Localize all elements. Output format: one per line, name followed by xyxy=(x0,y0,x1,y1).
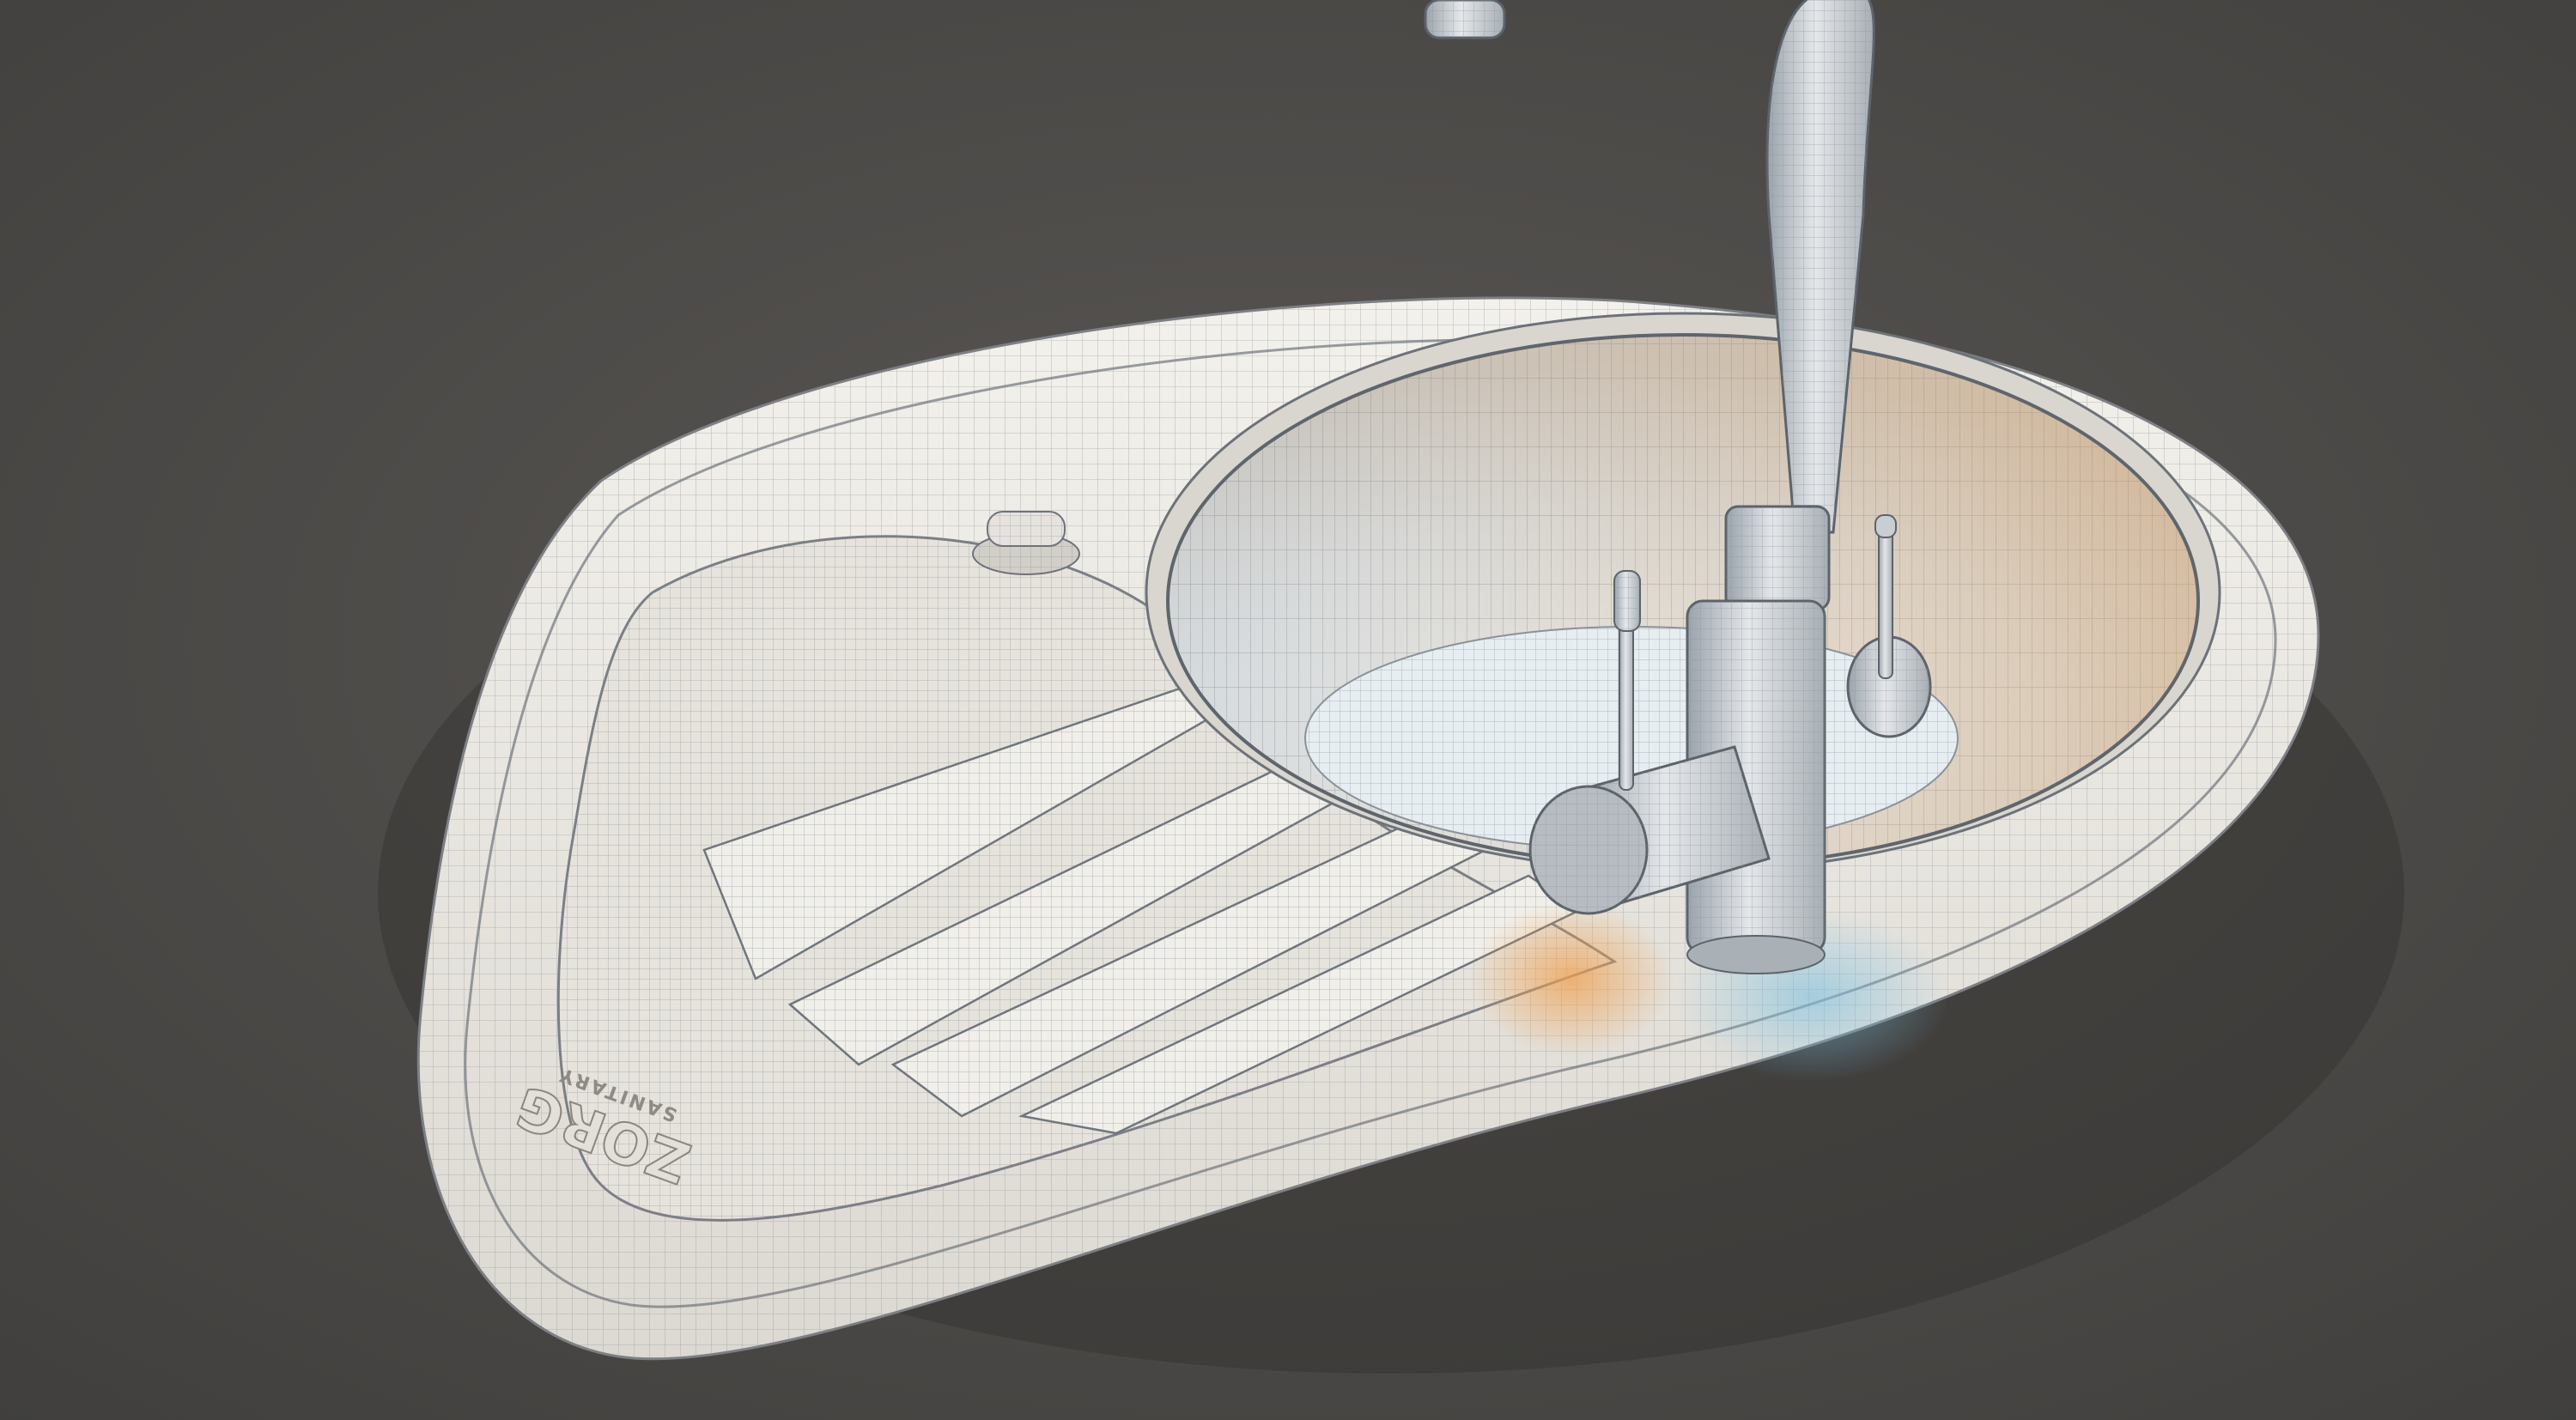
render-scene: ZORG SANITARY xyxy=(0,0,2576,1420)
drain-knob xyxy=(972,511,1080,575)
spout-tip xyxy=(1424,0,1506,39)
warm-light-reflection xyxy=(1468,901,1674,1056)
